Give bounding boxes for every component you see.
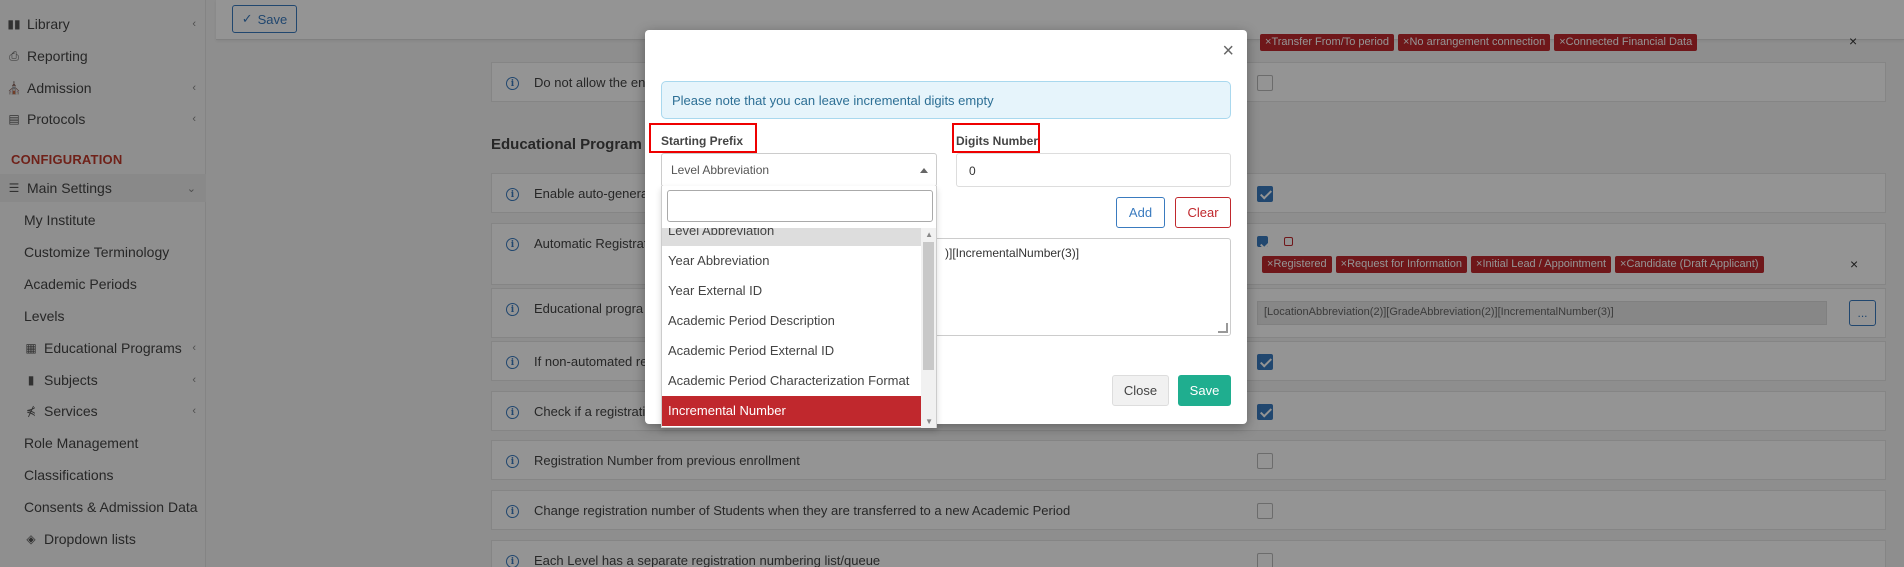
digits-number-input[interactable]: 0 [956, 153, 1231, 187]
digits-number-label: Digits Number [956, 134, 1039, 148]
scroll-up-icon[interactable]: ▲ [925, 230, 933, 239]
dropdown-options: Level Abbreviation Year Abbreviation Yea… [662, 228, 923, 428]
scrollbar-thumb[interactable] [923, 242, 934, 370]
dropdown-search-input[interactable] [667, 190, 933, 222]
dropdown-option[interactable]: Academic Period Description [662, 306, 923, 336]
dropdown-option[interactable]: Year External ID [662, 276, 923, 306]
modal-save-button[interactable]: Save [1178, 375, 1231, 406]
prefix-dropdown: Level Abbreviation Year Abbreviation Yea… [661, 186, 937, 428]
add-button[interactable]: Add [1116, 197, 1165, 228]
dropdown-option[interactable]: Level Abbreviation [662, 228, 923, 246]
info-alert: Please note that you can leave increment… [661, 81, 1231, 119]
caret-up-icon [920, 168, 928, 173]
dropdown-option-selected[interactable]: Incremental Number [662, 396, 923, 426]
dropdown-option[interactable]: Academic Period External ID [662, 336, 923, 366]
resize-handle[interactable] [1218, 323, 1228, 333]
scroll-down-icon[interactable]: ▼ [925, 417, 933, 426]
clear-button[interactable]: Clear [1175, 197, 1231, 228]
starting-prefix-label: Starting Prefix [661, 134, 744, 148]
close-button[interactable]: Close [1112, 375, 1169, 406]
starting-prefix-select[interactable]: Level Abbreviation [661, 153, 937, 187]
dropdown-option[interactable]: Academic Period Characterization Format [662, 366, 923, 396]
dropdown-option[interactable]: Year Abbreviation [662, 246, 923, 276]
close-icon[interactable]: × [1222, 41, 1234, 61]
